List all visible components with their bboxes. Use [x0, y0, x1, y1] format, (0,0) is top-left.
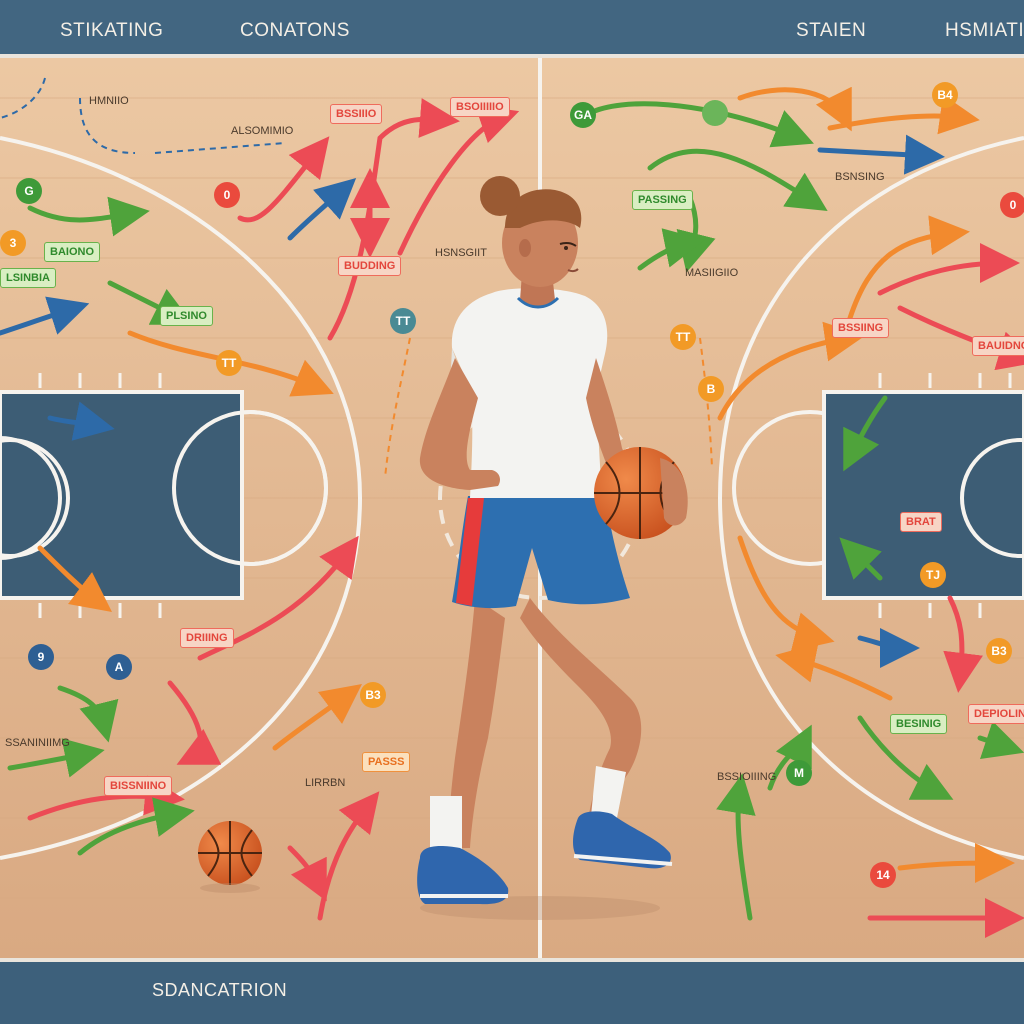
play-label: BAUIDNG [972, 336, 1024, 356]
play-label: DRIIING [180, 628, 234, 648]
play-label: HMNIIO [89, 95, 129, 107]
play-label: LIRRBN [305, 777, 346, 789]
play-label: PASSS [362, 752, 411, 772]
player-badge: 3 [0, 230, 26, 256]
play-label: BESINIG [890, 714, 948, 734]
player-badge: B4 [932, 82, 958, 108]
player-badge: G [16, 178, 42, 204]
play-label: BRAT [900, 512, 942, 532]
player-badge: M [786, 760, 812, 786]
play-label: SSANINIIMG [5, 737, 70, 749]
player-badge: B3 [986, 638, 1012, 664]
play-label: BSSIING [832, 318, 890, 338]
play-label: PLSINO [160, 306, 213, 326]
player-badge: TT [390, 308, 416, 334]
header-item[interactable]: STIKATING [60, 20, 163, 42]
play-label: BSSIIIO [330, 104, 383, 124]
play-label: BSNSING [835, 171, 885, 183]
player-badge: 0 [1000, 192, 1024, 218]
play-label: PASSING [632, 190, 693, 210]
play-label: ALSOMIMIO [231, 125, 294, 137]
player-badge: TT [670, 324, 696, 350]
play-diagram-stage: STIKATING CONATONS STAIEN HSMIATIN SDANC… [0, 0, 1024, 1024]
footer-bar: SDANCATRION [0, 958, 1024, 1024]
player-badge: 14 [870, 862, 896, 888]
play-label: DEPIOLINE [968, 704, 1024, 724]
play-label: HSNSGIIT [435, 247, 487, 259]
player-badge: A [106, 654, 132, 680]
play-label: BISSNIINO [104, 776, 173, 796]
header-bar: STIKATING CONATONS STAIEN HSMIATIN [0, 0, 1024, 58]
player-badge [702, 100, 728, 126]
play-label: BAIONO [44, 242, 100, 262]
player-badge: 9 [28, 644, 54, 670]
header-item[interactable]: HSMIATIN [945, 20, 1024, 42]
header-item[interactable]: CONATONS [240, 20, 350, 42]
play-label: BSOIIIIIO [450, 97, 510, 117]
header-item[interactable]: STAIEN [796, 20, 866, 42]
play-label: LSINBIA [0, 268, 56, 288]
player-badge: B3 [360, 682, 386, 708]
player-badge: 0 [214, 182, 240, 208]
play-label: BUDDING [338, 256, 402, 276]
play-label: MASIIGIIO [685, 267, 739, 279]
player-badge: B [698, 376, 724, 402]
player-badge: TT [216, 350, 242, 376]
player-badge: GA [570, 102, 596, 128]
court-illustration [0, 58, 1024, 958]
player-badge: TJ [920, 562, 946, 588]
footer-title: SDANCATRION [152, 980, 288, 1000]
play-label: BSSIOIIING [717, 771, 777, 783]
